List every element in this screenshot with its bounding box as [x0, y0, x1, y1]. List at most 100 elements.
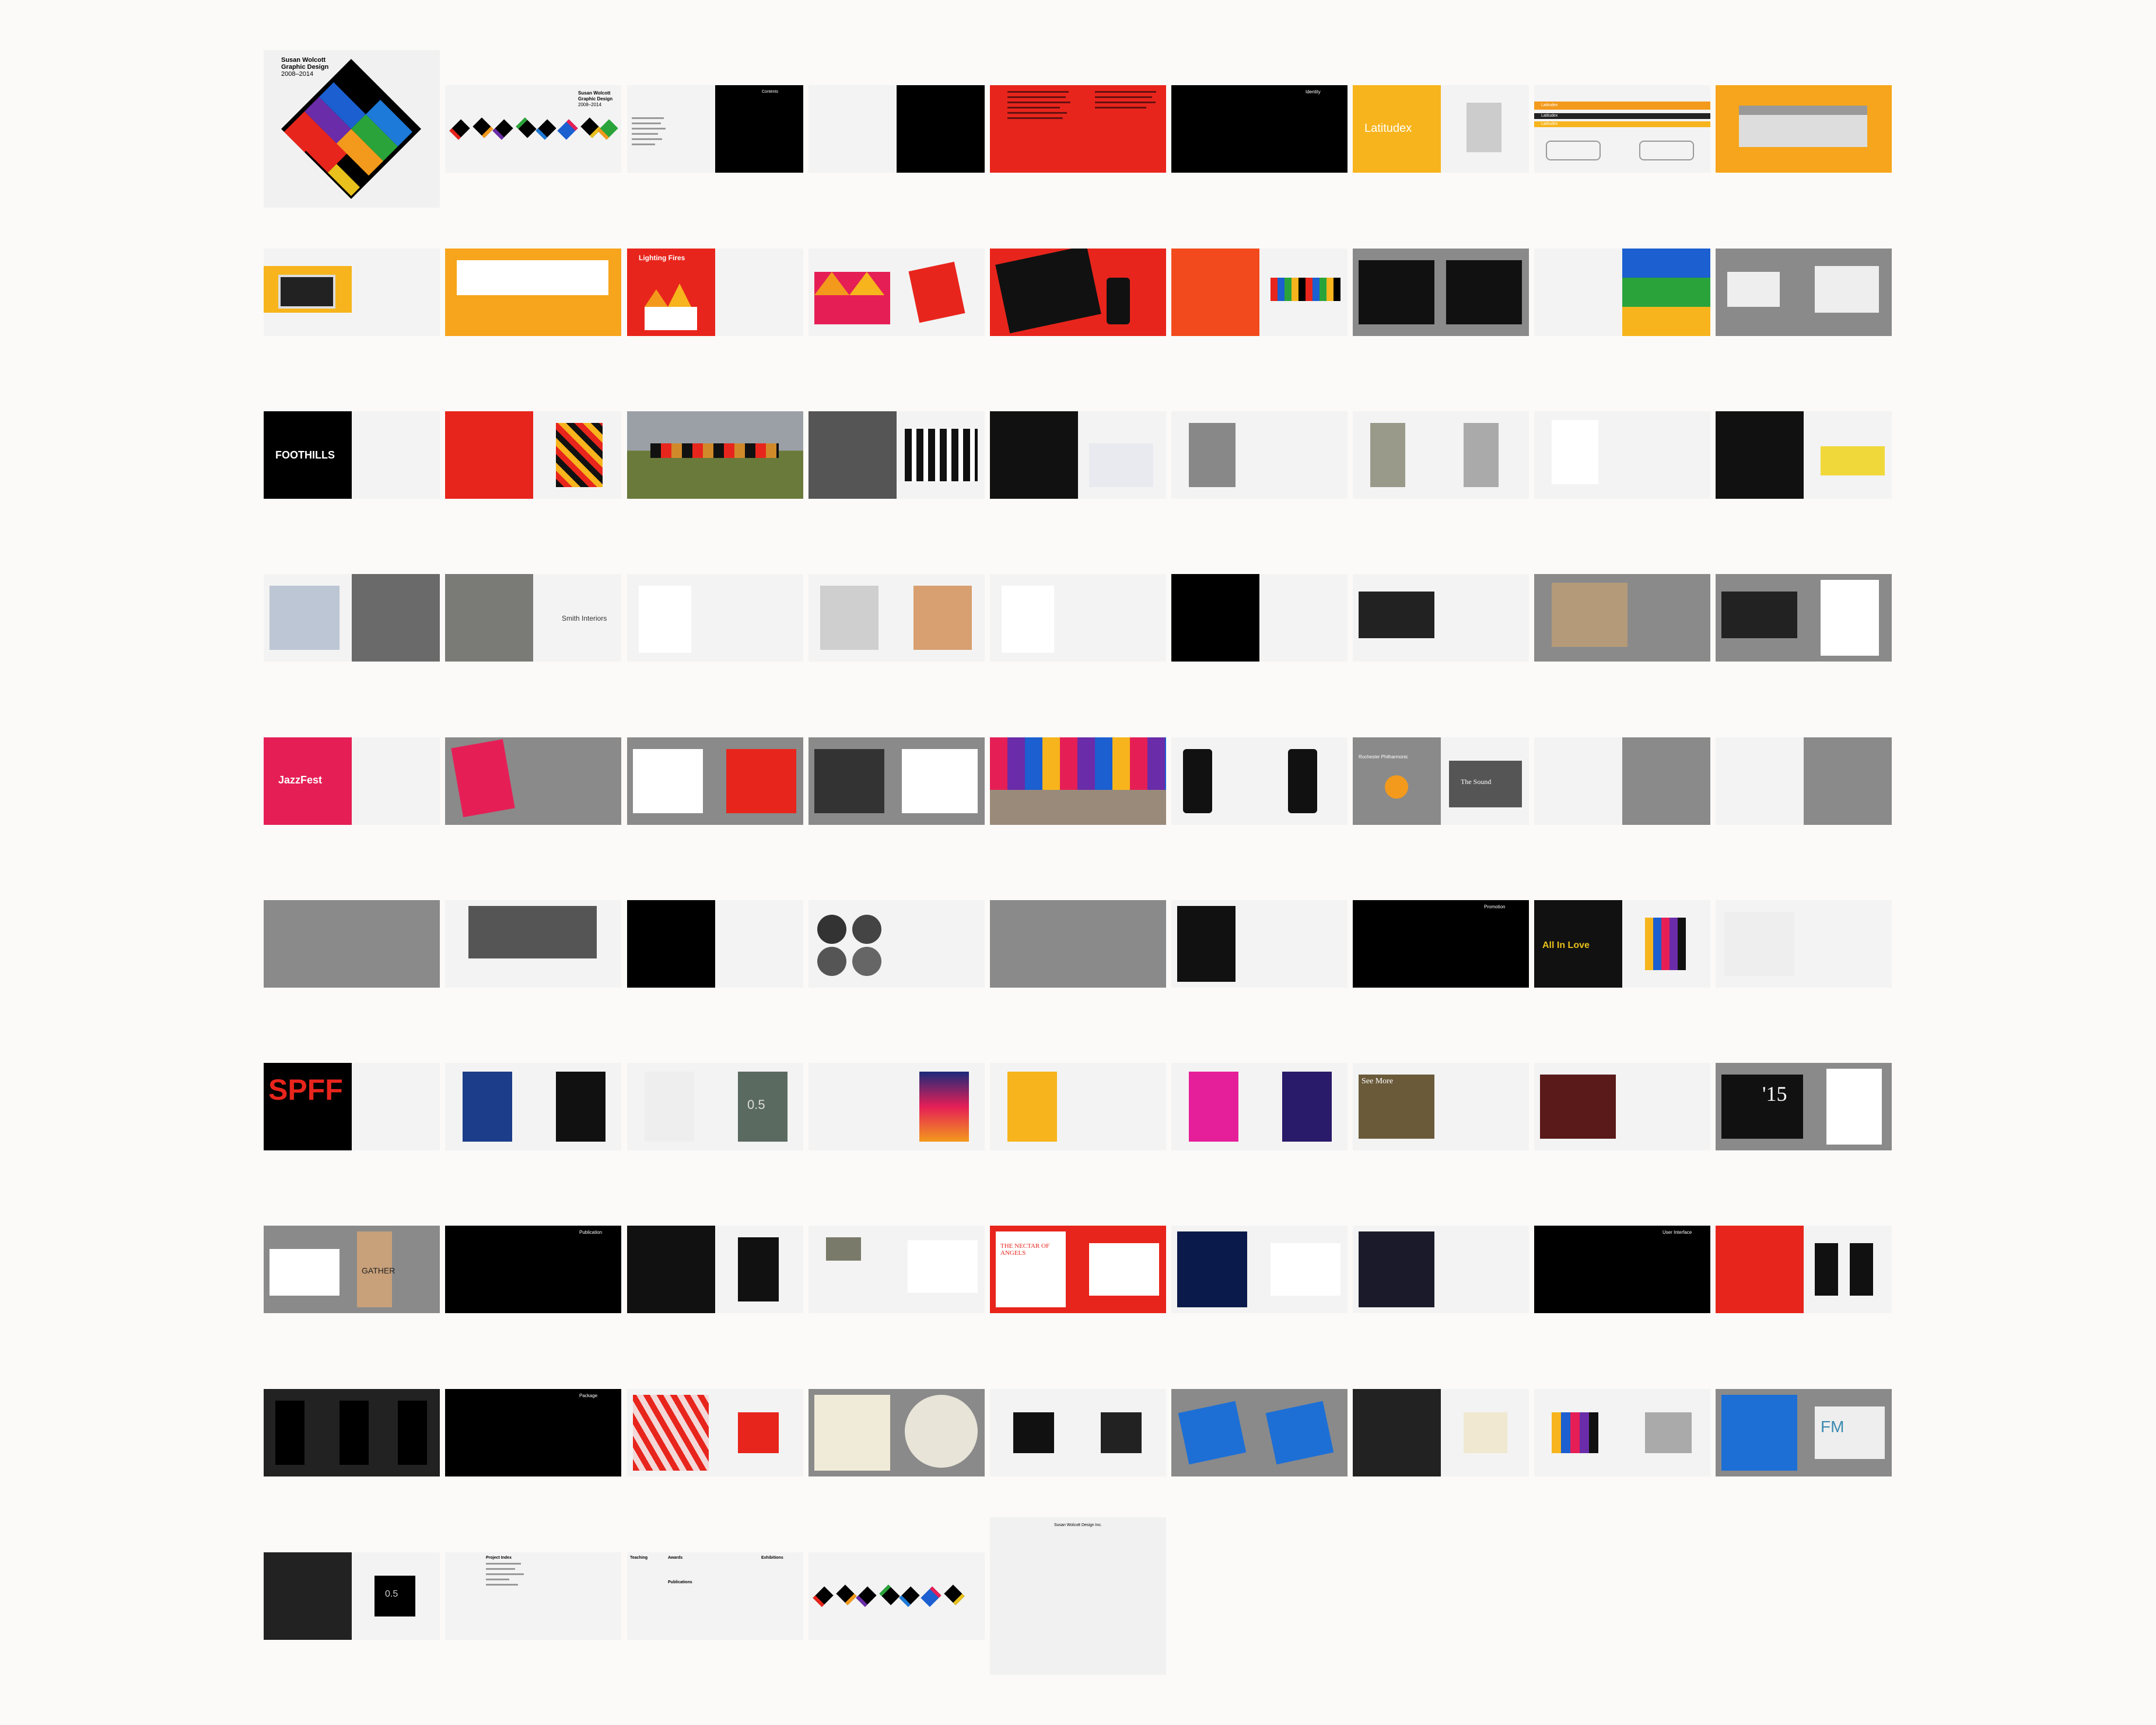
spread-promotion[interactable]: Promotion	[1353, 900, 1529, 988]
spread-jazzfest-posters[interactable]	[445, 737, 621, 825]
spread-smith-patterns[interactable]	[808, 574, 985, 662]
tablet-image	[1359, 260, 1434, 324]
spread-book-spine[interactable]	[627, 1226, 803, 1313]
spread-gather[interactable]: GATHER	[264, 1226, 440, 1313]
print-sample	[1727, 272, 1780, 307]
spread-jazzfest[interactable]: JazzFest	[264, 737, 440, 825]
spread-lighting-pattern[interactable]	[808, 249, 985, 336]
spread-foothills[interactable]: FOOTHILLS	[264, 411, 440, 499]
spread-museum-colors[interactable]	[1534, 249, 1710, 336]
spread-number-posters[interactable]: 0.5	[627, 1063, 803, 1150]
spread-notes-book[interactable]	[1353, 1226, 1529, 1313]
spread-smith-vehicles[interactable]	[990, 574, 1166, 662]
spread-smith-interiors[interactable]: Smith Interiors	[445, 574, 621, 662]
spread-collage[interactable]	[1534, 574, 1710, 662]
spread-identity[interactable]: Identity	[1171, 85, 1348, 173]
spread-vinyl-blue[interactable]	[1171, 1389, 1348, 1476]
color-swatch	[1622, 249, 1710, 278]
spread-brochures[interactable]	[264, 900, 440, 988]
spread-house-logo[interactable]	[627, 900, 803, 988]
spread-pink-poster[interactable]	[1171, 1063, 1348, 1150]
spread-latitudex[interactable]: Latitudex	[1353, 85, 1529, 173]
spread-nectar[interactable]: THE NECTAR OF ANGELS	[990, 1226, 1166, 1313]
spread-film[interactable]	[1171, 900, 1348, 988]
spread-latitudex-web[interactable]	[264, 249, 440, 336]
spread-stripes-package[interactable]	[627, 1389, 803, 1476]
spread-see-more-2[interactable]	[1534, 1063, 1710, 1150]
spread-contents[interactable]: Contents	[627, 85, 803, 173]
spread-newsletter[interactable]	[990, 900, 1166, 988]
spread-quote[interactable]	[808, 85, 985, 173]
spread-user-interface[interactable]: User Interface	[1534, 1226, 1710, 1313]
spread-museum-tablets[interactable]	[1353, 249, 1529, 336]
cover-page[interactable]: Susan Wolcott Graphic Design 2008–2014	[264, 50, 440, 208]
spread-lighting-devices[interactable]	[990, 249, 1166, 336]
spread-jazzfest-schedule[interactable]	[808, 737, 985, 825]
spread-fm[interactable]: FM	[1716, 1389, 1892, 1476]
spread-see-more[interactable]: See More	[1353, 1063, 1529, 1150]
spread-foothills-web[interactable]	[445, 411, 621, 499]
spread-museum-print[interactable]	[1716, 249, 1892, 336]
spread-spff[interactable]: SPFF	[264, 1063, 440, 1150]
spread-test-pattern[interactable]	[1534, 1389, 1710, 1476]
spread-cd[interactable]	[808, 1389, 985, 1476]
spread-hands[interactable]	[990, 411, 1166, 499]
spread-portrait-hat[interactable]	[1171, 411, 1348, 499]
spread-cv[interactable]: Teaching Awards Publications Exhibitions	[627, 1552, 803, 1640]
spread-sunset-posters[interactable]	[808, 1063, 985, 1150]
spread-badges[interactable]	[808, 900, 985, 988]
spread-jazzfest-mobile[interactable]	[1171, 737, 1348, 825]
spread-orange-stationery[interactable]	[445, 249, 621, 336]
spread-lab[interactable]: 0.5	[264, 1552, 440, 1640]
spread-fashion-catalog[interactable]	[264, 574, 440, 662]
spread-package[interactable]: Package	[445, 1389, 621, 1476]
spread-sunburst[interactable]	[1716, 574, 1892, 662]
spread-twelve-thirteen[interactable]	[1534, 737, 1710, 825]
spread-photography[interactable]	[1171, 574, 1348, 662]
spread-music-posters[interactable]	[445, 1063, 621, 1150]
spread-phones-dark[interactable]	[264, 1389, 440, 1476]
section-title: Promotion	[1484, 904, 1506, 909]
eclipse-cover	[1101, 1412, 1142, 1453]
calendar-sheet	[1826, 1069, 1882, 1145]
spread-dark-album[interactable]	[1353, 1389, 1529, 1476]
spread-orange-brochure[interactable]	[1716, 85, 1892, 173]
gray-logo-page	[445, 574, 533, 662]
spread-intro-essay[interactable]	[990, 85, 1166, 173]
spread-aiga[interactable]	[1716, 900, 1892, 988]
latitudex-bar: Latitudex	[1534, 102, 1710, 110]
spread-foothills-landscape[interactable]	[627, 411, 803, 499]
spread-the-sound[interactable]	[445, 900, 621, 988]
spread-stationery[interactable]	[1534, 411, 1710, 499]
spread-rochester-phil[interactable]: Rochester Philharmonic The Sound	[1353, 737, 1529, 825]
spread-blue-book[interactable]	[1171, 1226, 1348, 1313]
spread-publication[interactable]: Publication	[445, 1226, 621, 1313]
spread-museum-identity[interactable]	[1171, 249, 1348, 336]
spread-all-in-love[interactable]: All In Love	[1534, 900, 1710, 988]
spread-photo-book[interactable]	[808, 1226, 985, 1313]
book-back	[738, 1237, 779, 1301]
spread-jazzfest-street[interactable]	[990, 737, 1166, 825]
black-page	[1171, 574, 1259, 662]
spread-yellow-poster[interactable]	[990, 1063, 1166, 1150]
spread-eclipse[interactable]	[990, 1389, 1166, 1476]
spread-photography-web[interactable]	[1353, 574, 1529, 662]
latitudex-bar: Latitudex	[1534, 113, 1710, 119]
spread-calendar-app[interactable]	[1716, 1226, 1892, 1313]
spread-latitudex-vehicles[interactable]: Latitudex Latitudex Latitudex	[1534, 85, 1710, 173]
book-title: THE NECTAR OF ANGELS	[1000, 1243, 1050, 1257]
brochure-image	[1739, 106, 1867, 147]
spread-fashion-magazine[interactable]	[1716, 411, 1892, 499]
back-cover-page[interactable]: Susan Wolcott Design Inc.	[990, 1517, 1166, 1675]
spread-smith-stationery[interactable]	[627, 574, 803, 662]
spread-lighting-fires[interactable]: Lighting Fires	[627, 249, 803, 336]
ad-photo	[1540, 1075, 1616, 1139]
spread-project-index[interactable]: Project Index	[445, 1552, 621, 1640]
spread-fifteen[interactable]: '15	[1716, 1063, 1892, 1150]
spread-title-diamonds[interactable]: Susan Wolcott Graphic Design 2008–2014	[445, 85, 621, 173]
spread-foothills-bag[interactable]	[808, 411, 985, 499]
spread-closing-diamonds[interactable]	[808, 1552, 985, 1640]
spread-fashion[interactable]	[1353, 411, 1529, 499]
spread-season-book[interactable]	[1716, 737, 1892, 825]
spread-jazzfest-program[interactable]	[627, 737, 803, 825]
